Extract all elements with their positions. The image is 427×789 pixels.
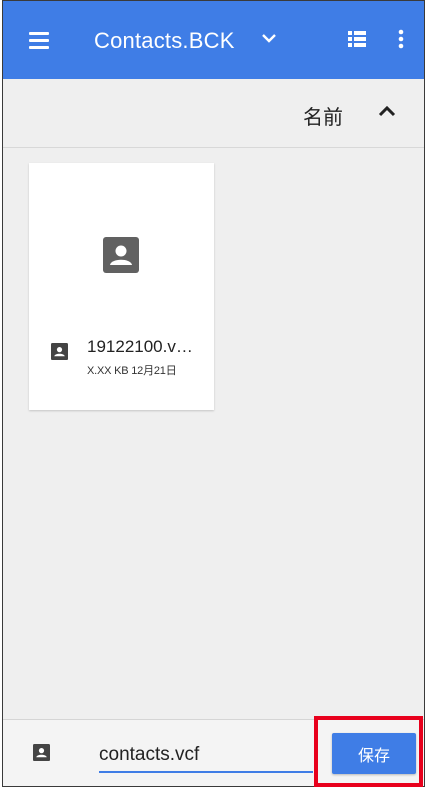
arrow-up-icon[interactable] <box>377 104 397 118</box>
chevron-down-icon[interactable] <box>260 31 278 45</box>
file-card[interactable]: 19122100.v… X.XX KB 12月21日 <box>29 163 214 410</box>
contact-card-icon <box>51 343 68 360</box>
contact-card-icon <box>33 744 50 761</box>
file-meta: X.XX KB 12月21日 <box>87 365 177 377</box>
contact-card-icon <box>103 237 139 273</box>
list-view-icon[interactable] <box>348 31 366 47</box>
more-vert-icon[interactable] <box>398 29 404 49</box>
sort-bar: 名前 <box>3 79 424 148</box>
save-button[interactable]: 保存 <box>332 733 416 774</box>
top-app-bar: Contacts.BCK <box>3 1 424 79</box>
folder-title[interactable]: Contacts.BCK <box>94 28 235 54</box>
file-name: 19122100.v… <box>87 337 193 356</box>
filename-input[interactable] <box>99 739 313 773</box>
app-frame: Contacts.BCK 名前 19122100.v… X.XX KB 12月2… <box>2 0 425 787</box>
menu-icon[interactable] <box>29 32 49 49</box>
sort-by-name-label[interactable]: 名前 <box>303 101 343 130</box>
